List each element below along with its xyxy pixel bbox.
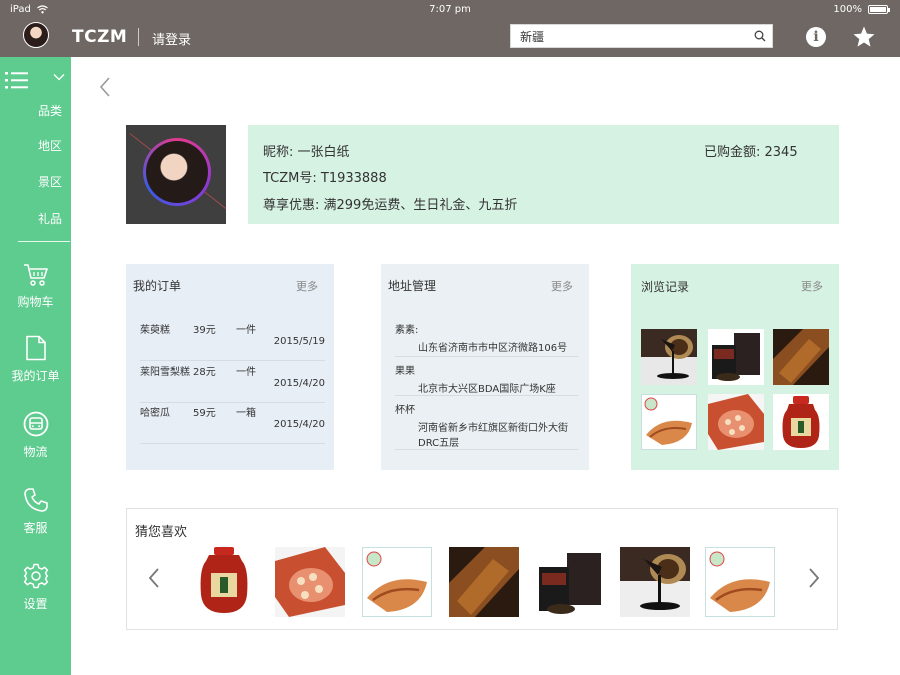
recommend-item-cake[interactable] <box>449 547 519 617</box>
profile-info-panel: 昵称: 一张白纸 TCZM号: T1933888 尊享优惠: 满299免运费、生… <box>248 125 839 224</box>
order-row[interactable]: 茱萸糕 39元 一件 2015/5/19 <box>140 321 325 361</box>
address-title: 地址管理 <box>388 279 437 293</box>
order-name: 哈密瓜 <box>140 408 170 419</box>
address-text: 山东省济南市市中区济微路106号 <box>418 343 568 354</box>
chevron-left-icon[interactable] <box>147 567 161 589</box>
top-header: iPad 7:07 pm 100% TCZM 请登录 i <box>0 0 900 57</box>
history-title: 浏览记录 <box>641 280 690 294</box>
order-price: 39元 <box>193 325 216 336</box>
battery-percent: 100% <box>833 4 862 15</box>
address-text: 河南省新乡市红旗区新街口外大街DRC五层 <box>418 423 568 449</box>
profile-perks: 尊享优惠: 满299免运费、生日礼金、九五折 <box>263 198 518 213</box>
status-time: 7:07 pm <box>429 4 471 15</box>
address-more-link[interactable]: 更多 <box>551 278 573 294</box>
sidebar: 品类 地区 景区 礼品 购物车 我的订单 物流 客服 设置 <box>0 57 71 675</box>
profile-id: TCZM号: T1933888 <box>263 171 387 186</box>
document-icon <box>25 335 46 361</box>
profile-face <box>146 141 208 203</box>
history-thumb-giftbox[interactable] <box>708 329 764 385</box>
sidebar-item-label: 设置 <box>23 597 48 611</box>
sidebar-item-label: 物流 <box>23 445 48 459</box>
app-logo[interactable]: TCZM <box>72 27 127 47</box>
orders-title: 我的订单 <box>133 279 182 293</box>
history-more-link[interactable]: 更多 <box>801 278 823 294</box>
profile-spent: 已购金额: 2345 <box>704 145 798 160</box>
recommend-item-lotus-root[interactable] <box>275 547 345 617</box>
history-card: 浏览记录 更多 <box>631 264 839 470</box>
history-thumb-cake[interactable] <box>773 329 829 385</box>
sidebar-item-orders[interactable]: 我的订单 <box>0 335 71 384</box>
address-row[interactable]: 果果 北京市大兴区BDA国际广场K座 <box>395 362 578 396</box>
profile-photo[interactable] <box>126 125 226 224</box>
order-price: 28元 <box>193 367 216 378</box>
profile-photo-ring <box>143 138 211 206</box>
gear-icon <box>23 563 48 589</box>
star-icon[interactable] <box>852 25 876 49</box>
info-icon[interactable]: i <box>806 27 826 47</box>
sidebar-item-label: 我的订单 <box>11 369 60 383</box>
sidebar-item-settings[interactable]: 设置 <box>0 563 71 612</box>
address-name: 杯杯 <box>395 405 415 416</box>
address-name: 素素: <box>395 325 419 336</box>
recommend-title: 猜您喜欢 <box>135 525 188 540</box>
sidebar-category-3[interactable]: 礼品 <box>0 210 71 227</box>
sidebar-category-2[interactable]: 景区 <box>0 173 71 190</box>
address-card: 地址管理 更多 素素: 山东省济南市市中区济微路106号 果果 北京市大兴区BD… <box>381 264 589 470</box>
recommend-item-spicy-strips[interactable] <box>362 547 432 617</box>
recommend-item-jar[interactable] <box>189 547 259 617</box>
address-row[interactable]: 杯杯 河南省新乡市红旗区新街口外大街DRC五层 <box>395 401 578 450</box>
orders-card: 我的订单 更多 茱萸糕 39元 一件 2015/5/19 莱阳雪梨糕 28元 一… <box>126 264 334 470</box>
history-thumb-sauce[interactable] <box>641 329 697 385</box>
history-thumb-spicy-strips[interactable] <box>641 394 697 450</box>
address-row[interactable]: 素素: 山东省济南市市中区济微路106号 <box>395 321 578 357</box>
cart-icon <box>23 264 48 286</box>
search-icon[interactable] <box>748 25 772 47</box>
sidebar-category-0[interactable]: 品类 <box>0 102 71 119</box>
order-qty: 一件 <box>236 367 256 378</box>
recommend-section: 猜您喜欢 <box>126 508 838 630</box>
battery-icon <box>868 5 890 14</box>
recommend-item-giftbox[interactable] <box>535 547 605 617</box>
phone-icon <box>23 488 48 512</box>
sidebar-item-cart[interactable]: 购物车 <box>0 263 71 310</box>
order-date: 2015/4/20 <box>273 378 325 389</box>
sidebar-item-support[interactable]: 客服 <box>0 487 71 536</box>
sidebar-category-1[interactable]: 地区 <box>0 137 71 154</box>
address-name: 果果 <box>395 366 415 377</box>
recommend-item-sauce[interactable] <box>620 547 690 617</box>
recommend-item-spicy-strips-2[interactable] <box>705 547 775 617</box>
back-arrow-icon[interactable] <box>98 76 112 98</box>
user-avatar[interactable] <box>23 22 49 48</box>
order-row[interactable]: 莱阳雪梨糕 28元 一件 2015/4/20 <box>140 363 325 403</box>
chevron-down-icon[interactable] <box>53 73 65 81</box>
bus-icon <box>23 411 48 437</box>
login-link[interactable]: 请登录 <box>152 29 191 48</box>
order-qty: 一件 <box>236 325 256 336</box>
orders-more-link[interactable]: 更多 <box>296 278 318 294</box>
order-name: 茱萸糕 <box>140 325 170 336</box>
order-date: 2015/4/20 <box>273 419 325 430</box>
order-price: 59元 <box>193 408 216 419</box>
sidebar-item-logistics[interactable]: 物流 <box>0 411 71 460</box>
history-thumb-jar[interactable] <box>773 394 829 450</box>
order-date: 2015/5/19 <box>273 336 325 347</box>
status-bar: iPad 7:07 pm 100% <box>0 0 900 18</box>
status-right: 100% <box>833 4 890 15</box>
chevron-right-icon[interactable] <box>807 567 821 589</box>
sidebar-item-label: 购物车 <box>17 295 54 309</box>
list-icon[interactable] <box>5 70 29 90</box>
sidebar-item-label: 客服 <box>23 521 48 535</box>
order-name: 莱阳雪梨糕 <box>140 367 190 378</box>
header-divider <box>138 28 139 46</box>
address-text: 北京市大兴区BDA国际广场K座 <box>418 384 556 395</box>
search-bar <box>510 24 773 48</box>
sidebar-divider <box>18 241 70 242</box>
history-thumb-lotus-root[interactable] <box>708 394 764 450</box>
profile-nickname: 昵称: 一张白纸 <box>263 145 350 160</box>
order-row[interactable]: 哈密瓜 59元 一箱 2015/4/20 <box>140 404 325 444</box>
search-input[interactable] <box>511 25 748 47</box>
order-qty: 一箱 <box>236 408 256 419</box>
